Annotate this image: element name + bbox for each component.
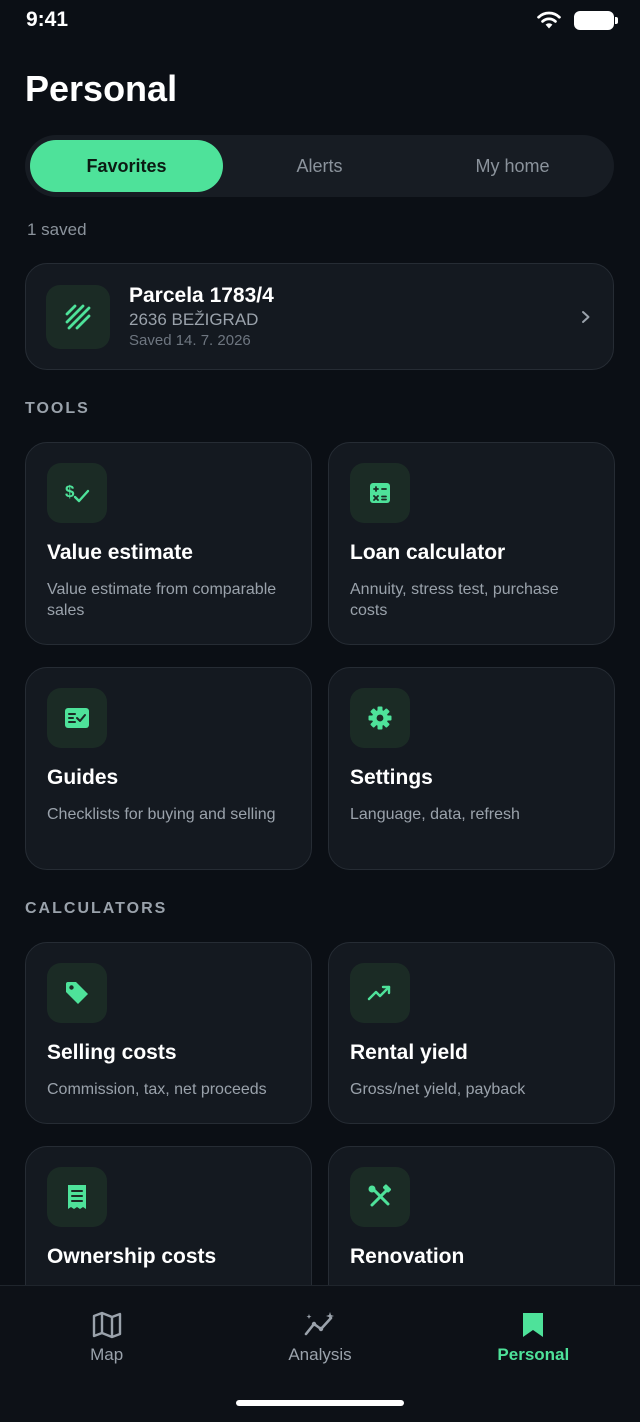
tools-section-label: TOOLS [25,400,90,417]
page-title: Personal [25,68,178,109]
tag-icon [47,963,107,1023]
segmented-tabs: Favorites Alerts My home [25,135,614,197]
trending-up-icon [350,963,410,1023]
nav-label: Map [90,1345,124,1364]
wifi-icon [537,11,561,29]
calculator-icon [350,463,410,523]
tile-title: Rental yield [350,1041,468,1064]
calc-rental-yield[interactable]: Rental yield Gross/net yield, payback [328,942,615,1124]
tile-description: Commission, tax, net proceeds [47,1081,267,1098]
tile-description: Gross/net yield, payback [350,1081,526,1098]
analysis-icon [304,1312,334,1336]
gear-icon [350,688,410,748]
tool-value-estimate[interactable]: $ Value estimate Value estimate from com… [25,442,312,645]
tile-description: Language, data, refresh [350,806,520,823]
tools-icon [350,1167,410,1227]
status-time: 9:41 [26,8,69,31]
tile-title: Settings [350,766,433,789]
nav-label: Analysis [288,1345,352,1364]
tool-loan-calculator[interactable]: Loan calculator Annuity, stress test, pu… [328,442,615,645]
tile-description: Annuity, stress test, purchase costs [350,581,559,619]
tool-guides[interactable]: Guides Checklists for buying and selling [25,667,312,870]
tile-title: Renovation [350,1245,465,1268]
nav-personal[interactable]: Personal [427,1286,640,1422]
tile-description: Value estimate from comparable sales [47,581,277,619]
calc-selling-costs[interactable]: Selling costs Commission, tax, net proce… [25,942,312,1124]
map-icon [92,1311,121,1339]
receipt-icon [47,1167,107,1227]
nav-label: Personal [497,1345,570,1364]
dollar-check-icon: $ [47,463,107,523]
tile-title: Value estimate [47,541,193,564]
tool-settings[interactable]: Settings Language, data, refresh [328,667,615,870]
favorite-subtitle: 2636 BEŽIGRAD [129,309,259,329]
favorite-text: Parcela 1783/4 2636 BEŽIGRAD Saved 14. 7… [129,283,579,351]
tile-description: Checklists for buying and selling [47,806,276,823]
favorite-saved-date: Saved 14. 7. 2026 [129,331,251,349]
parcel-icon [46,284,110,349]
home-indicator [236,1400,404,1406]
checklist-icon [47,688,107,748]
tab-favorites[interactable]: Favorites [30,140,223,192]
favorite-card[interactable]: Parcela 1783/4 2636 BEŽIGRAD Saved 14. 7… [25,263,614,370]
status-bar: 9:41 [0,0,640,40]
tab-my-home[interactable]: My home [416,140,609,192]
svg-text:$: $ [65,482,75,501]
bookmark-icon [523,1313,544,1337]
tile-title: Selling costs [47,1041,177,1064]
calculators-section-label: CALCULATORS [25,900,168,917]
saved-count: 1 saved [27,220,87,239]
nav-map[interactable]: Map [0,1286,213,1422]
battery-icon [574,10,618,30]
chevron-right-icon [582,310,590,323]
favorite-title: Parcela 1783/4 [129,283,274,307]
tile-title: Guides [47,766,119,789]
status-icons [536,10,618,30]
tile-title: Loan calculator [350,541,506,564]
tab-alerts[interactable]: Alerts [223,140,416,192]
tile-title: Ownership costs [47,1245,217,1268]
